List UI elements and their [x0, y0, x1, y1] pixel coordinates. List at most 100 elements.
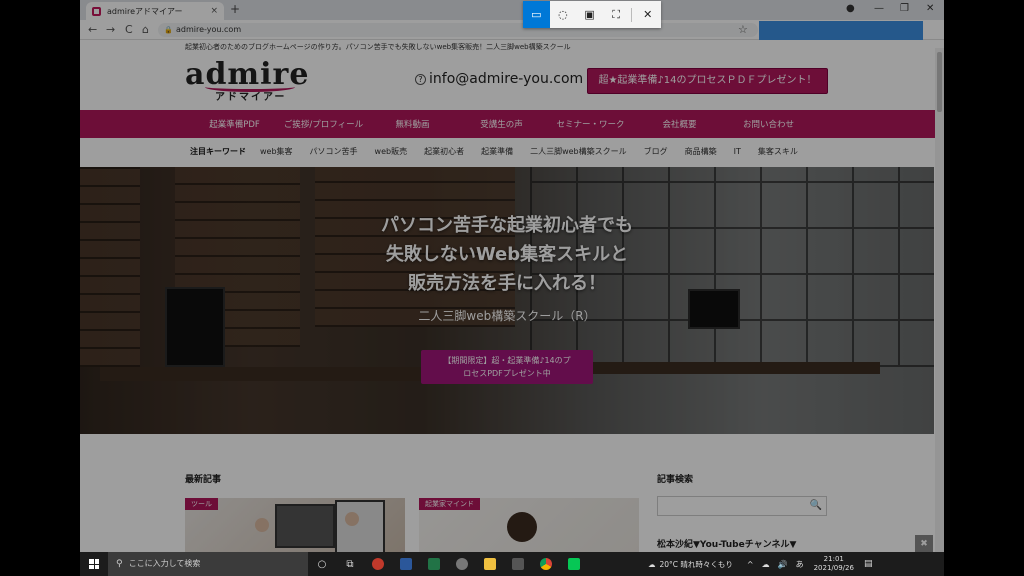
profile-icon[interactable]: ● — [846, 3, 855, 14]
close-window-button[interactable]: ✕ — [926, 3, 934, 14]
browser-tab[interactable]: admireアドマイアー × — [86, 2, 224, 20]
home-button[interactable]: ⌂ — [142, 23, 149, 36]
keyword-label: 注目キーワード — [190, 147, 246, 156]
minimize-button[interactable]: — — [874, 3, 884, 14]
logo-kana: アドマイアー — [215, 92, 287, 103]
hero-cta-button[interactable]: 【期間限定】超・起業準備♪14のプ ロセスPDFプレゼント中 — [421, 350, 593, 384]
window-snip-button[interactable]: ▣ — [576, 1, 603, 28]
maximize-button[interactable]: ❐ — [900, 3, 909, 14]
nav-item-voices[interactable]: 受講生の声 — [457, 118, 546, 130]
favicon-icon — [92, 6, 101, 16]
hero-cta-line-2: ロセスPDFプレゼント中 — [463, 369, 551, 378]
taskbar-search-placeholder: ここに入力して検索 — [128, 559, 201, 568]
keyword-link[interactable]: 商品構築 — [685, 146, 717, 157]
keyword-link[interactable]: 二人三脚web構築スクール — [530, 146, 627, 157]
tablet-screen — [335, 500, 385, 556]
nav-item-company[interactable]: 会社概要 — [635, 118, 724, 130]
network-icon[interactable]: ☁ — [762, 560, 770, 569]
taskbar-app-notes[interactable] — [504, 552, 532, 576]
tab-close-icon[interactable]: × — [210, 6, 218, 16]
hero-line-2: 失敗しないWeb集客スキルと — [385, 244, 629, 265]
scrollbar-thumb[interactable] — [937, 52, 942, 112]
site-tagline: 起業初心者のためのブログホームページの作り方。パソコン苦手でも失敗しないweb集… — [185, 43, 571, 51]
person-image — [255, 518, 269, 532]
taskbar-search[interactable]: ⚲ ここに入力して検索 — [108, 552, 308, 576]
windows-icon — [89, 559, 99, 569]
rect-snip-button[interactable]: ▭ — [523, 1, 550, 28]
keyword-link[interactable]: パソコン苦手 — [310, 146, 358, 157]
reload-button[interactable]: C — [125, 23, 133, 36]
start-button[interactable] — [80, 552, 108, 576]
cortana-icon[interactable]: ○ — [308, 552, 336, 576]
keyword-link[interactable]: IT — [734, 147, 741, 156]
taskbar-app-word[interactable] — [392, 552, 420, 576]
taskbar-app-settings[interactable] — [448, 552, 476, 576]
taskbar-app-chrome[interactable] — [532, 552, 560, 576]
weather-widget[interactable]: ☁ 20°C 晴れ時々くもり — [648, 559, 733, 570]
hero-line-3: 販売方法を手に入れる！ — [408, 273, 606, 294]
page-scrollbar[interactable] — [935, 48, 944, 576]
hero-overlay — [80, 167, 934, 434]
new-tab-button[interactable]: + — [230, 2, 240, 16]
volume-icon[interactable]: 🔊 — [778, 560, 788, 569]
pdf-present-button[interactable]: 超★起業準備♪14のプロセスＰＤＦプレゼント！ — [587, 68, 828, 94]
clock-time: 21:01 — [823, 555, 844, 563]
contact-email[interactable]: ? info@admire-you.com — [415, 71, 583, 87]
bookmark-star-icon[interactable]: ☆ — [738, 23, 748, 36]
close-snip-button[interactable]: ✕ — [634, 1, 661, 28]
category-badge: 起業家マインド — [419, 498, 480, 510]
taskbar: ⚲ ここに入力して検索 ○ ⧉ ☁ 20°C 晴れ時々くもり ^ ☁ 🔊 あ 2… — [80, 552, 944, 576]
web-page: 起業初心者のためのブログホームページの作り方。パソコン苦手でも失敗しないweb集… — [80, 40, 944, 576]
person-image — [345, 512, 359, 526]
taskbar-app-excel[interactable] — [420, 552, 448, 576]
keyword-link[interactable]: 起業準備 — [481, 146, 513, 157]
hero-banner: パソコン苦手な起業初心者でも 失敗しないWeb集客スキルと 販売方法を手に入れる… — [80, 167, 934, 434]
notification-icon[interactable]: ▤ — [864, 559, 873, 569]
close-float-button[interactable]: ✖ — [915, 535, 933, 553]
taskbar-app-recorder[interactable] — [364, 552, 392, 576]
keyword-link[interactable]: web集客 — [260, 146, 293, 157]
weather-text: 20°C 晴れ時々くもり — [659, 559, 733, 569]
hero-subtitle: 二人三脚web構築スクール（R） — [418, 309, 596, 323]
back-button[interactable]: ← — [88, 23, 97, 36]
keyword-bar: 注目キーワード web集客 パソコン苦手 web販売 起業初心者 起業準備 二人… — [190, 146, 815, 157]
fullscreen-snip-button[interactable]: ⛶ — [603, 1, 630, 28]
hero-line-1: パソコン苦手な起業初心者でも — [381, 215, 633, 236]
youtube-channel-title: 松本沙紀▼You-Tubeチャンネル▼ — [657, 540, 797, 550]
forward-button[interactable]: → — [106, 23, 115, 36]
freeform-snip-button[interactable]: ◌ — [550, 1, 577, 28]
task-view-icon[interactable]: ⧉ — [336, 552, 364, 576]
search-icon[interactable]: 🔍 — [810, 500, 822, 511]
keyword-link[interactable]: ブログ — [644, 146, 668, 157]
nav-item-pdf[interactable]: 起業準備PDF — [190, 118, 279, 130]
article-search-input[interactable]: 🔍 — [657, 496, 827, 516]
system-tray: ^ ☁ 🔊 あ — [743, 559, 808, 570]
search-title: 記事検索 — [657, 475, 694, 485]
keyword-link[interactable]: 集客スキル — [758, 146, 798, 157]
main-nav: 起業準備PDF ご挨拶/プロフィール 無料動画 受講生の声 セミナー・ワーク 会… — [80, 110, 944, 138]
tab-strip: admireアドマイアー × + ● — ❐ ✕ — [80, 0, 944, 20]
snip-toolbar: ▭ ◌ ▣ ⛶ ✕ — [523, 1, 661, 28]
keyword-link[interactable]: web販売 — [375, 146, 408, 157]
toolbar-divider — [631, 7, 633, 22]
taskbar-app-line[interactable] — [560, 552, 588, 576]
ime-indicator[interactable]: あ — [796, 559, 804, 570]
nav-item-seminar[interactable]: セミナー・ワーク — [546, 118, 635, 130]
laptop-screen — [275, 504, 335, 548]
nav-item-video[interactable]: 無料動画 — [368, 118, 457, 130]
url-text: admire-you.com — [176, 25, 242, 34]
weather-icon: ☁ — [648, 559, 656, 569]
nav-item-profile[interactable]: ご挨拶/プロフィール — [279, 118, 368, 130]
nav-item-contact[interactable]: お問い合わせ — [724, 118, 813, 130]
search-icon: ⚲ — [116, 559, 123, 569]
system-clock[interactable]: 21:01 2021/09/26 — [814, 555, 854, 573]
keyword-link[interactable]: 起業初心者 — [424, 146, 464, 157]
email-text: info@admire-you.com — [429, 71, 584, 87]
hero-headline: パソコン苦手な起業初心者でも 失敗しないWeb集客スキルと 販売方法を手に入れる… — [80, 211, 934, 298]
highlight-bar — [759, 21, 923, 40]
site-logo[interactable]: admire アドマイアー — [185, 60, 308, 104]
lock-icon: 🔒 — [164, 26, 173, 34]
taskbar-app-explorer[interactable] — [476, 552, 504, 576]
address-bar[interactable]: 🔒 admire-you.com — [158, 23, 758, 37]
tray-expand-icon[interactable]: ^ — [747, 560, 754, 569]
